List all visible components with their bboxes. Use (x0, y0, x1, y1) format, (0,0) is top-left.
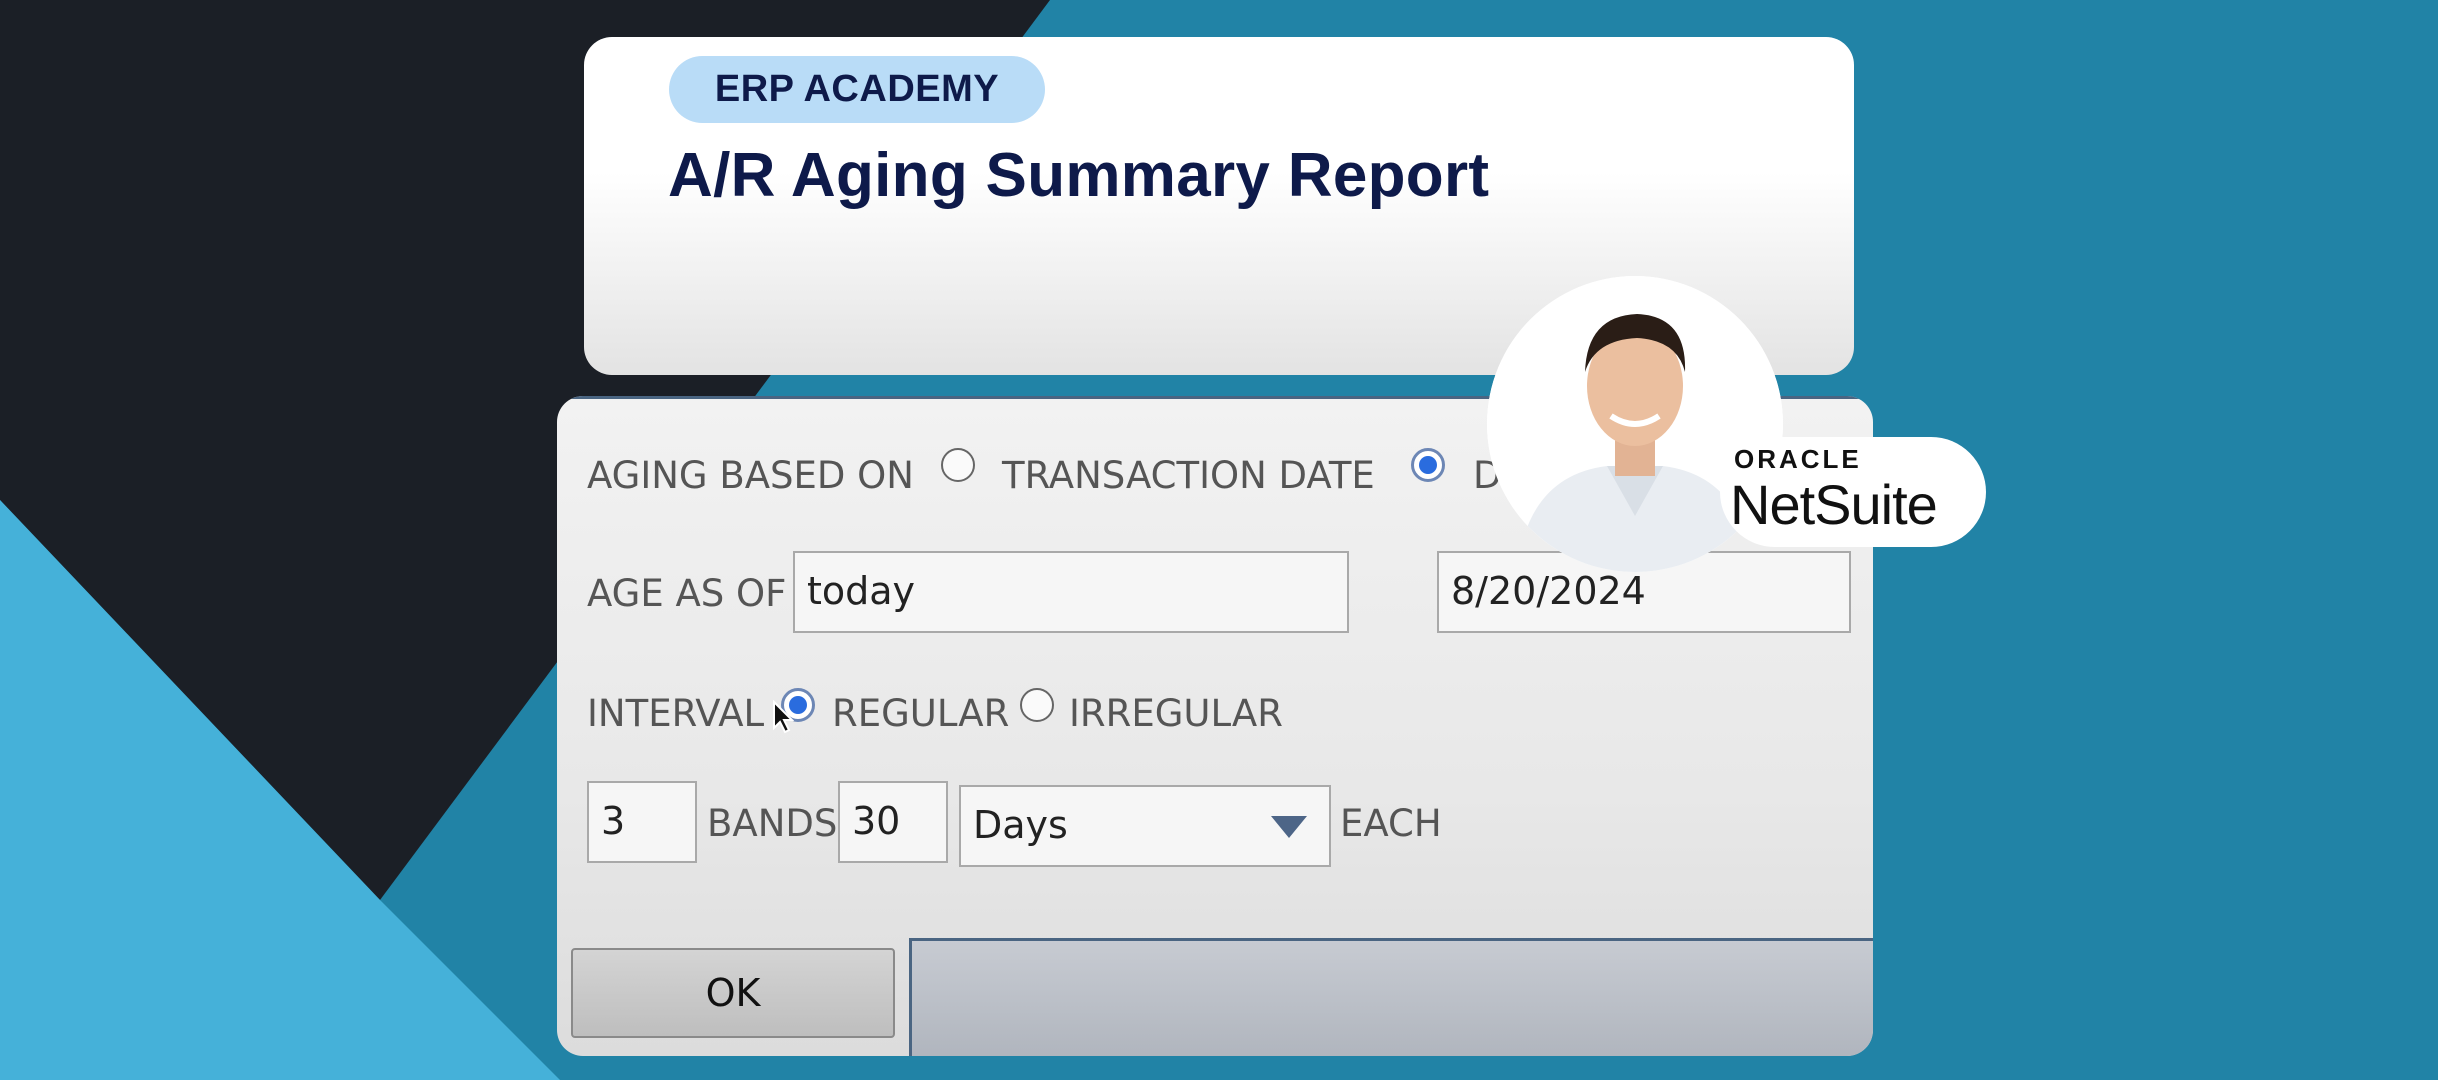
transaction-date-radio[interactable] (941, 448, 975, 482)
each-label: EACH (1340, 802, 1442, 845)
band-size-input[interactable]: 30 (838, 781, 948, 863)
aging-based-on-label: AGING BASED ON (587, 454, 914, 497)
page-title: A/R Aging Summary Report (668, 141, 1490, 210)
oracle-logo-text: ORACLE (1734, 444, 1862, 474)
cursor-arrow-icon (773, 700, 794, 734)
netsuite-logo-text: NetSuite (1730, 473, 1938, 536)
irregular-radio[interactable] (1020, 688, 1054, 722)
dialog-footer-panel (909, 938, 1873, 1056)
category-badge: ERP ACADEMY (669, 56, 1045, 123)
age-as-of-select[interactable]: today (793, 551, 1349, 633)
age-as-of-label: AGE AS OF (587, 572, 787, 615)
regular-label[interactable]: REGULAR (832, 692, 1009, 735)
dropdown-caret-icon[interactable] (1271, 816, 1307, 838)
bands-label: BANDS (707, 802, 838, 845)
bands-count-input[interactable]: 3 (587, 781, 697, 863)
ok-button[interactable]: OK (571, 948, 895, 1038)
irregular-label[interactable]: IRREGULAR (1069, 692, 1283, 735)
interval-label: INTERVAL (587, 692, 765, 735)
transaction-date-label[interactable]: TRANSACTION DATE (1002, 454, 1375, 497)
due-date-radio[interactable] (1411, 448, 1445, 482)
